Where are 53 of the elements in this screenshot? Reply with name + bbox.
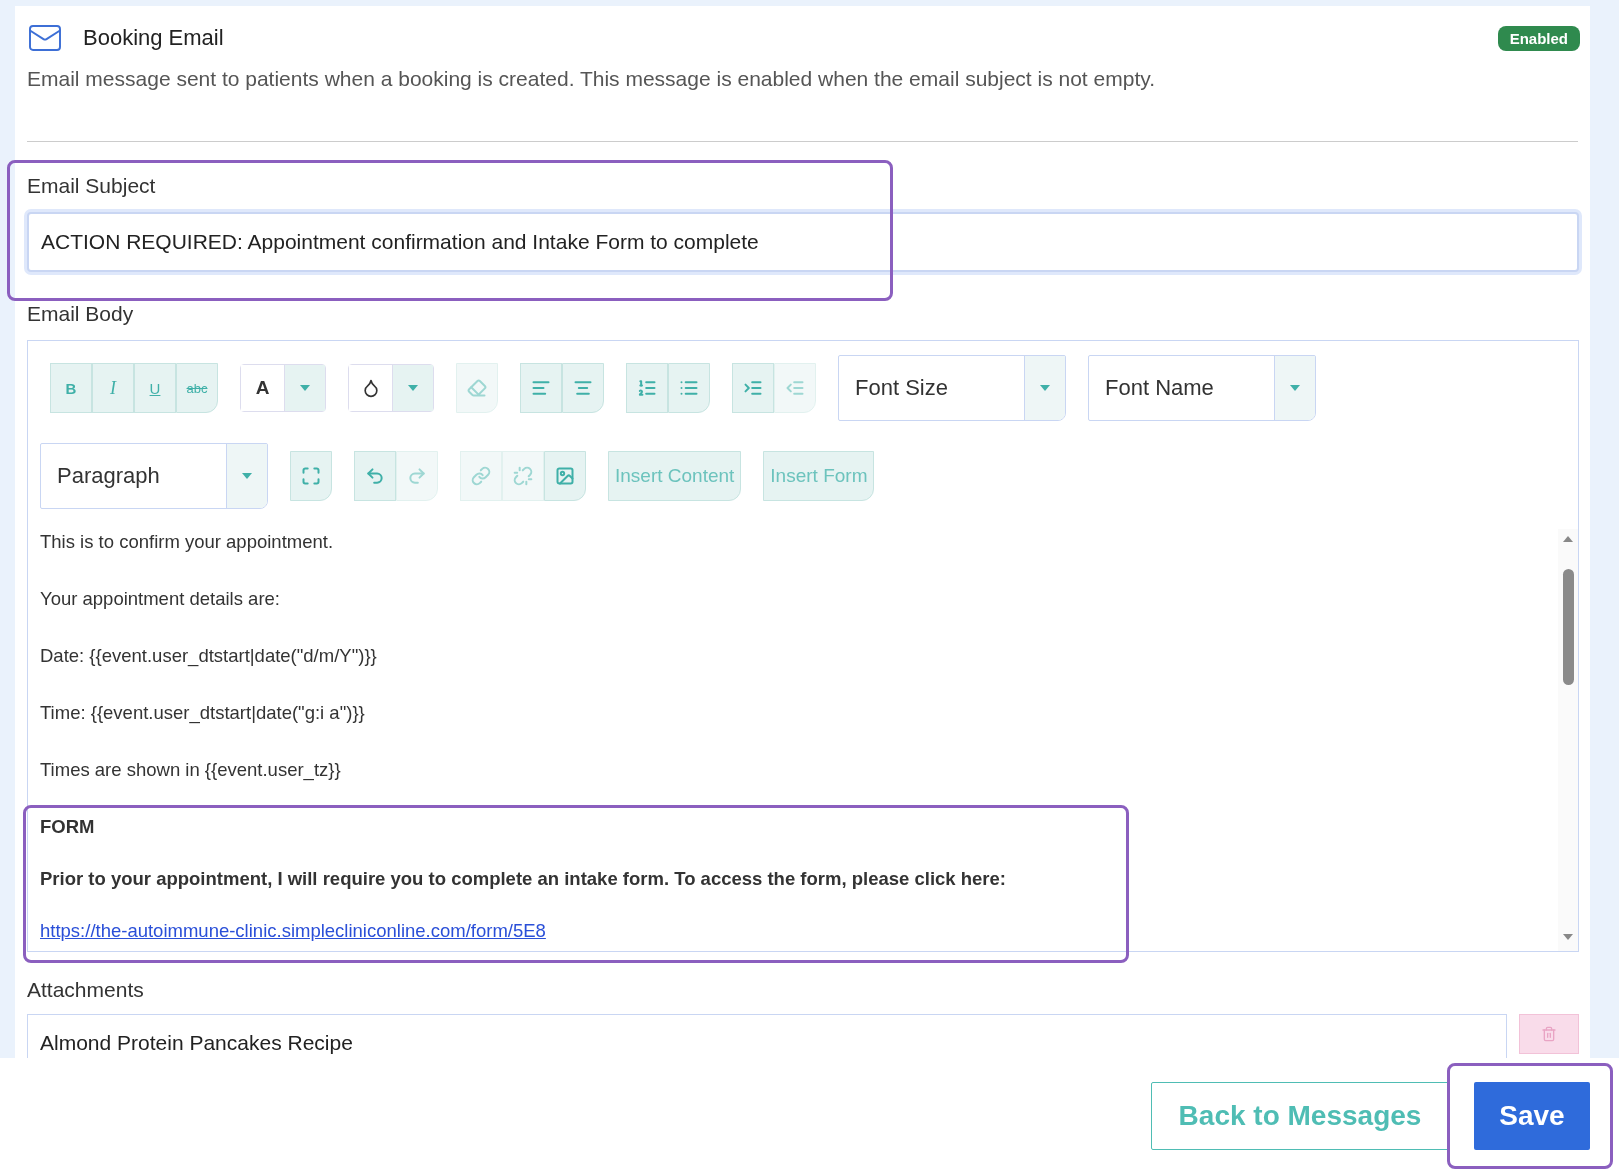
body-text: Date: {{event.user_dtstart|date("d/m/Y")}} [40, 645, 378, 667]
status-badge: Enabled [1497, 25, 1580, 51]
fullscreen-button[interactable] [290, 451, 332, 501]
description: Email message sent to patients when a booking is created. This message is enabled when the email subject is not empty. [27, 67, 1156, 91]
undo-button[interactable] [354, 451, 396, 501]
scrollbar[interactable] [1558, 529, 1578, 951]
scroll-thumb[interactable] [1563, 569, 1574, 685]
scroll-down-icon[interactable] [1562, 933, 1574, 941]
align-center-icon [573, 378, 593, 398]
font-color-button[interactable]: A [241, 365, 285, 411]
align-left-button[interactable] [520, 363, 562, 413]
bullet-list-icon [679, 378, 699, 398]
page-title: Booking Email [83, 25, 225, 51]
numbered-list-button[interactable] [626, 363, 668, 413]
unlink-icon [513, 466, 533, 486]
caret-icon [241, 472, 253, 480]
link-icon [471, 466, 491, 486]
form-link[interactable]: https://the-autoimmune-clinic.simplecliniconline.com/form/5E8 [40, 920, 546, 941]
highlight-color-button[interactable] [349, 365, 393, 411]
eraser-icon [467, 378, 487, 398]
indent-icon [743, 378, 763, 398]
save-button[interactable]: Save [1474, 1081, 1590, 1150]
dropdown[interactable]: Font Name [1088, 355, 1316, 421]
numbered-list-icon [637, 378, 657, 398]
undo-icon [365, 466, 385, 486]
dropdown[interactable]: Paragraph [40, 443, 268, 509]
body-text: This is to confirm your appointment. [40, 531, 335, 553]
field-label: Email Subject [27, 174, 157, 198]
caret-icon [1039, 384, 1051, 392]
body-text: Time: {{event.user_dtstart|date("g:i a")}} [40, 702, 366, 724]
scroll-up-icon[interactable] [1562, 535, 1574, 543]
field-label: Attachments [27, 978, 145, 1002]
indent-button[interactable] [732, 363, 774, 413]
caret-icon [299, 384, 311, 392]
align-center-button[interactable] [562, 363, 604, 413]
dropdown[interactable]: Font Size [838, 355, 1066, 421]
image-button[interactable] [544, 451, 586, 501]
align-left-icon [531, 378, 551, 398]
body-text: FORM [40, 816, 96, 838]
redo-icon [407, 466, 427, 486]
trash-icon [1541, 1026, 1557, 1042]
delete-button[interactable] [1519, 1014, 1579, 1054]
field-label: Email Body [27, 302, 135, 326]
caret-icon [407, 384, 419, 392]
body-text: Your appointment details are: [40, 588, 281, 610]
body-text: Prior to your appointment, I will require you to complete an intake form. To access the form, please click here: [40, 868, 1007, 890]
body-text: Times are shown in {{event.user_tz}} [40, 759, 342, 781]
outdent-icon [785, 378, 805, 398]
caret-icon [1289, 384, 1301, 392]
bullet-list-button[interactable] [668, 363, 710, 413]
fullscreen-icon [301, 466, 321, 486]
image-icon [555, 466, 575, 486]
subject-field[interactable]: ACTION REQUIRED: Appointment confirmation and Intake Form to complete [27, 212, 1579, 272]
